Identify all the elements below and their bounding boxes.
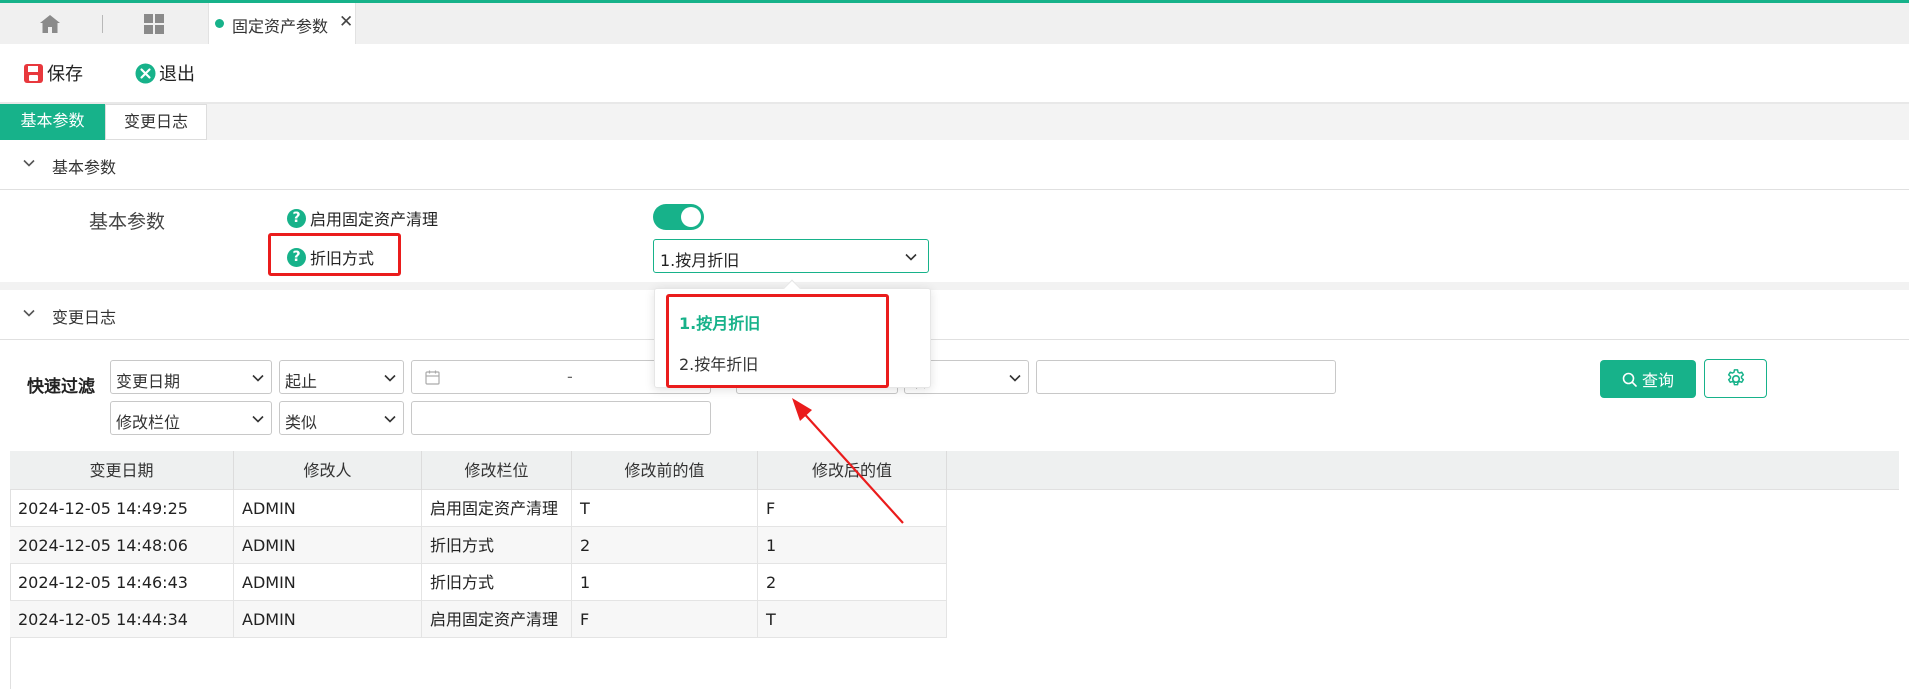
cell-modifier: ADMIN [234,601,422,638]
highlight-box [268,233,401,276]
basic-params-title: 基本参数 [52,158,117,177]
cell-modifier: ADMIN [234,527,422,564]
select-value: 变更日期 [116,372,181,391]
cell-old-value: T [572,490,758,527]
column-header-field[interactable]: 修改栏位 [422,451,572,490]
filter-operator-select-2[interactable]: 类似 [279,401,404,435]
cell-old-value: F [572,601,758,638]
group-label: 基本参数 [89,211,166,233]
cell-new-value: T [758,601,947,638]
settings-button[interactable] [1704,359,1767,398]
date-range-dash: - [567,367,573,386]
save-label: 保存 [47,64,83,85]
cell-modifier: ADMIN [234,490,422,527]
cell-change-date: 2024-12-05 14:48:06 [10,527,234,564]
highlight-box [666,294,889,388]
select-value: 修改栏位 [116,413,181,432]
depreciation-method-select[interactable]: 1.按月折旧 [653,239,929,273]
table-row[interactable]: 2024-12-05 14:44:34 ADMIN 启用固定资产清理 F T [10,601,947,638]
tab-label: 固定资产参数 [232,17,329,36]
chevron-down-icon [23,309,35,317]
cell-old-value: 2 [572,527,758,564]
change-log-header[interactable]: 变更日志 [0,290,1909,340]
save-button[interactable]: 保存 [23,59,83,87]
basic-params-header[interactable]: 基本参数 [0,140,1909,190]
cell-modifier: ADMIN [234,564,422,601]
toggle-knob [681,207,701,227]
filter-field-select-2[interactable]: 修改栏位 [110,401,272,435]
tab-basic-params[interactable]: 基本参数 [0,104,105,140]
cell-field: 启用固定资产清理 [422,490,572,527]
column-header-old-value[interactable]: 修改前的值 [572,451,758,490]
param-enable-cleanup: ? 启用固定资产清理 [287,206,438,230]
filter-value-input-3[interactable] [1036,360,1336,394]
tab-change-log[interactable]: 变更日志 [105,104,207,140]
change-log-title: 变更日志 [52,308,117,327]
tab-separator [102,15,103,33]
grid-icon[interactable] [143,13,165,35]
save-icon [24,63,43,83]
exit-label: 退出 [159,64,195,85]
column-header-change-date[interactable]: 变更日期 [10,451,234,490]
help-icon[interactable]: ? [287,208,306,228]
active-dot-icon [215,19,224,28]
chevron-down-icon [384,374,396,382]
filter-field-select-1[interactable]: 变更日期 [110,360,272,394]
select-value: 类似 [285,413,318,432]
quick-filter-label: 快速过滤 [27,377,95,397]
table-row[interactable]: 2024-12-05 14:46:43 ADMIN 折旧方式 1 2 [10,564,947,601]
param-label: 启用固定资产清理 [310,210,439,229]
exit-button[interactable]: 退出 [135,59,195,87]
chevron-down-icon [384,415,396,423]
section-divider [0,282,1909,290]
cell-field: 折旧方式 [422,527,572,564]
enable-cleanup-toggle[interactable] [653,204,704,230]
cell-field: 启用固定资产清理 [422,601,572,638]
cell-old-value: 1 [572,564,758,601]
column-header-modifier[interactable]: 修改人 [234,451,422,490]
table-row[interactable]: 2024-12-05 14:48:06 ADMIN 折旧方式 2 1 [10,527,947,564]
cell-new-value: 1 [758,527,947,564]
gear-icon [1727,368,1744,385]
query-button[interactable]: 查询 [1600,360,1696,398]
chevron-down-icon [905,253,917,261]
cell-change-date: 2024-12-05 14:46:43 [10,564,234,601]
close-icon[interactable]: ✕ [339,12,353,32]
annotation-arrow-icon [792,398,904,524]
section-tabs: 基本参数 变更日志 [0,104,1909,140]
select-value: 1.按月折旧 [660,251,740,270]
tab-fixed-asset-params[interactable]: 固定资产参数 ✕ [208,3,356,44]
calendar-icon [425,370,440,385]
query-label: 查询 [1641,371,1674,390]
select-value: 起止 [285,372,318,391]
filter-value-input-2[interactable] [411,401,711,435]
home-icon[interactable] [38,13,62,35]
chevron-down-icon [252,374,264,382]
exit-icon [135,63,156,83]
cell-field: 折旧方式 [422,564,572,601]
search-icon [1622,372,1637,387]
chevron-down-icon [23,159,35,167]
toolbar: 保存 退出 [0,44,1909,102]
filter-operator-select-1[interactable]: 起止 [279,360,404,394]
chevron-down-icon [1009,374,1021,382]
cell-change-date: 2024-12-05 14:49:25 [10,490,234,527]
cell-change-date: 2024-12-05 14:44:34 [10,601,234,638]
chevron-down-icon [252,415,264,423]
cell-new-value: 2 [758,564,947,601]
